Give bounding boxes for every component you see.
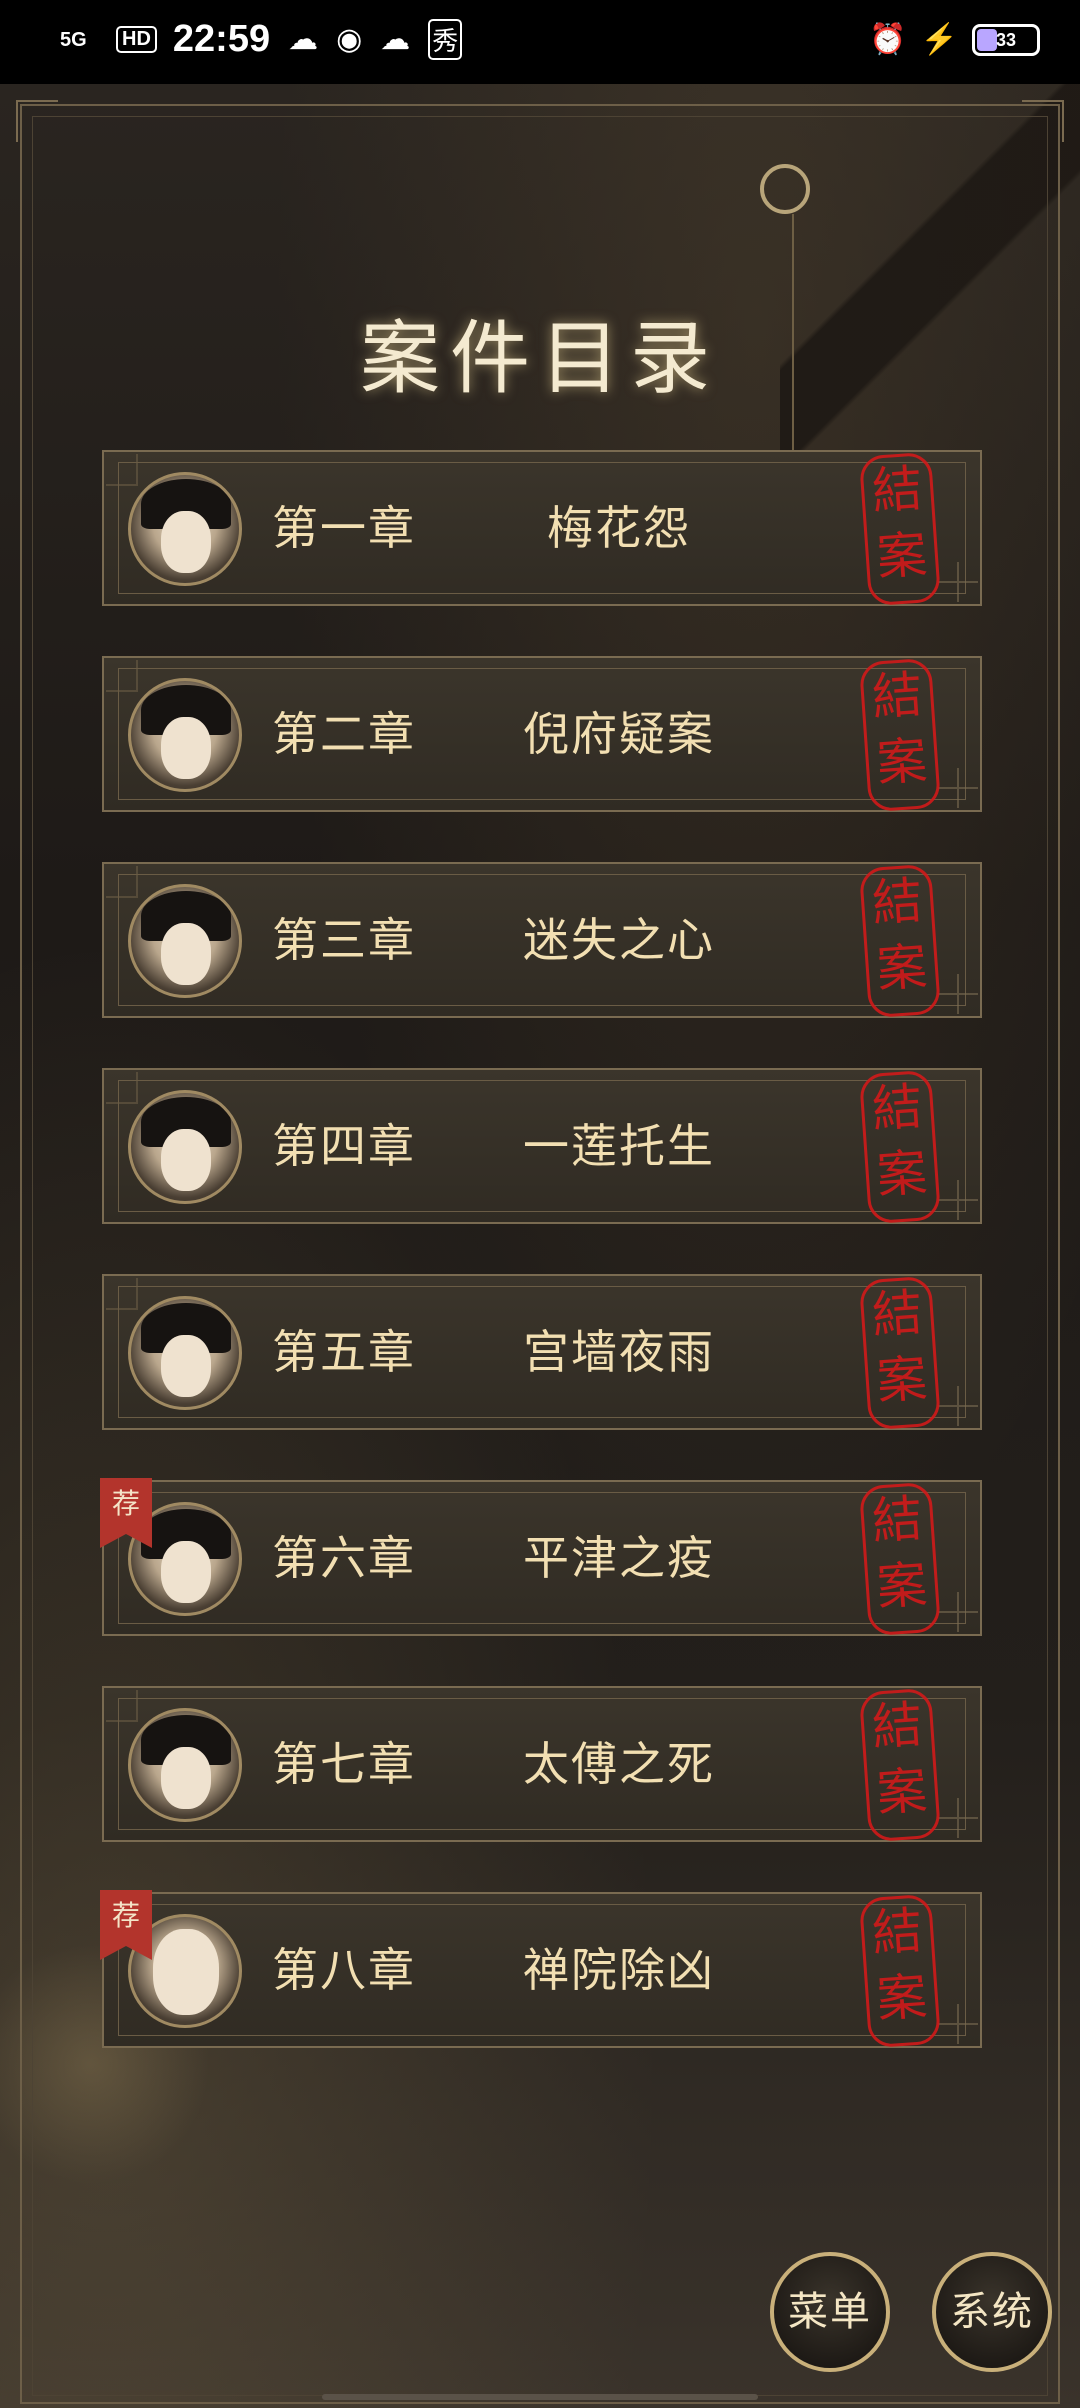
chapter-number: 第三章: [272, 913, 416, 967]
chapter-title: 迷失之心: [523, 913, 715, 967]
chapter-title: 太傅之死: [523, 1737, 715, 1791]
chapter-item-7[interactable]: 第七章 太傅之死 結案: [102, 1686, 982, 1843]
character-avatar: [128, 1296, 242, 1410]
chapter-number: 第七章: [272, 1737, 416, 1791]
chapter-title: 平津之疫: [523, 1531, 715, 1585]
cloud-icon: ☁: [288, 23, 319, 56]
page-title: 案件目录: [360, 312, 720, 405]
case-closed-stamp: 結案: [858, 863, 942, 1019]
hd-badge: HD: [116, 26, 157, 53]
lattice-ornament: [938, 1798, 978, 1838]
chapter-item-3[interactable]: 第三章 迷失之心 結案: [102, 862, 982, 1019]
frame-corner-top-right: [1022, 100, 1064, 142]
character-avatar: [128, 472, 242, 586]
case-closed-stamp: 結案: [858, 1893, 942, 2049]
lattice-ornament: [938, 974, 978, 1014]
chapter-item-1[interactable]: 第一章 梅花怨 結案: [102, 450, 982, 607]
alarm-icon: ⏰: [869, 23, 907, 56]
lattice-ornament: [938, 1386, 978, 1426]
battery-icon: 33: [972, 23, 1040, 56]
chapter-number: 第二章: [272, 707, 416, 761]
lattice-ornament: [938, 562, 978, 602]
character-avatar: [128, 884, 242, 998]
chapter-title: 一莲托生: [523, 1119, 715, 1173]
status-right: ⏰ ⚡ 33: [869, 22, 1040, 57]
character-avatar: [128, 678, 242, 792]
xiu-icon: 秀: [428, 19, 463, 60]
weibo-icon: ◉: [336, 23, 363, 56]
lattice-ornament: [106, 660, 138, 692]
menu-button[interactable]: 菜单: [770, 2252, 890, 2372]
chapter-title: 宫墙夜雨: [523, 1325, 715, 1379]
chapter-item-8[interactable]: 荐 第八章 禅院除凶 結案: [100, 1890, 982, 2049]
frame-corner-top-left: [16, 100, 58, 142]
chapter-item-4[interactable]: 第四章 一莲托生 結案: [102, 1068, 982, 1225]
character-avatar: [128, 1090, 242, 1204]
lattice-ornament: [106, 454, 138, 486]
chapter-item-5[interactable]: 第五章 宫墙夜雨 結案: [102, 1274, 982, 1431]
chapter-number: 第五章: [272, 1325, 416, 1379]
network-indicator: 5G: [60, 28, 87, 51]
home-indicator[interactable]: [322, 2394, 758, 2400]
chapter-number: 第四章: [272, 1119, 416, 1173]
status-bar: 5G HD 22:59 ☁ ◉ ☁ 秀 ⏰ ⚡ 33: [0, 0, 1080, 84]
lattice-ornament: [106, 1278, 138, 1310]
lattice-ornament: [106, 1690, 138, 1722]
chapter-title: 倪府疑案: [523, 707, 715, 761]
chapter-number: 第八章: [272, 1943, 416, 1997]
chapter-item-2[interactable]: 第二章 倪府疑案 結案: [102, 656, 982, 813]
lattice-ornament: [938, 768, 978, 808]
system-button[interactable]: 系统: [932, 2252, 1052, 2372]
chapter-item-6[interactable]: 荐 第六章 平津之疫 結案: [100, 1478, 982, 1637]
lattice-ornament: [938, 1180, 978, 1220]
case-closed-stamp: 結案: [858, 657, 942, 813]
case-closed-stamp: 結案: [858, 1275, 942, 1431]
case-closed-stamp: 結案: [858, 1069, 942, 1225]
chapter-title: 禅院除凶: [523, 1943, 715, 1997]
lattice-ornament: [938, 1592, 978, 1632]
lattice-ornament: [106, 866, 138, 898]
clock: 22:59: [172, 18, 271, 60]
charging-icon: ⚡: [920, 23, 958, 56]
lattice-ornament: [106, 1072, 138, 1104]
chapter-title: 梅花怨: [547, 501, 691, 555]
case-catalog-screen: 案件目录 第一章 梅花怨 結案 第二章 倪府疑案 結案 第三章 迷失之心 結案 …: [0, 84, 1080, 2408]
case-closed-stamp: 結案: [858, 451, 942, 607]
cloud-icon: ☁: [380, 23, 411, 56]
status-left: 5G HD 22:59 ☁ ◉ ☁ 秀: [60, 18, 463, 61]
chapter-number: 第六章: [272, 1531, 416, 1585]
case-closed-stamp: 結案: [858, 1481, 942, 1637]
battery-percent: 33: [995, 29, 1017, 50]
case-closed-stamp: 結案: [858, 1687, 942, 1843]
character-avatar: [128, 1708, 242, 1822]
chapter-number: 第一章: [272, 501, 416, 555]
lattice-ornament: [938, 2004, 978, 2044]
